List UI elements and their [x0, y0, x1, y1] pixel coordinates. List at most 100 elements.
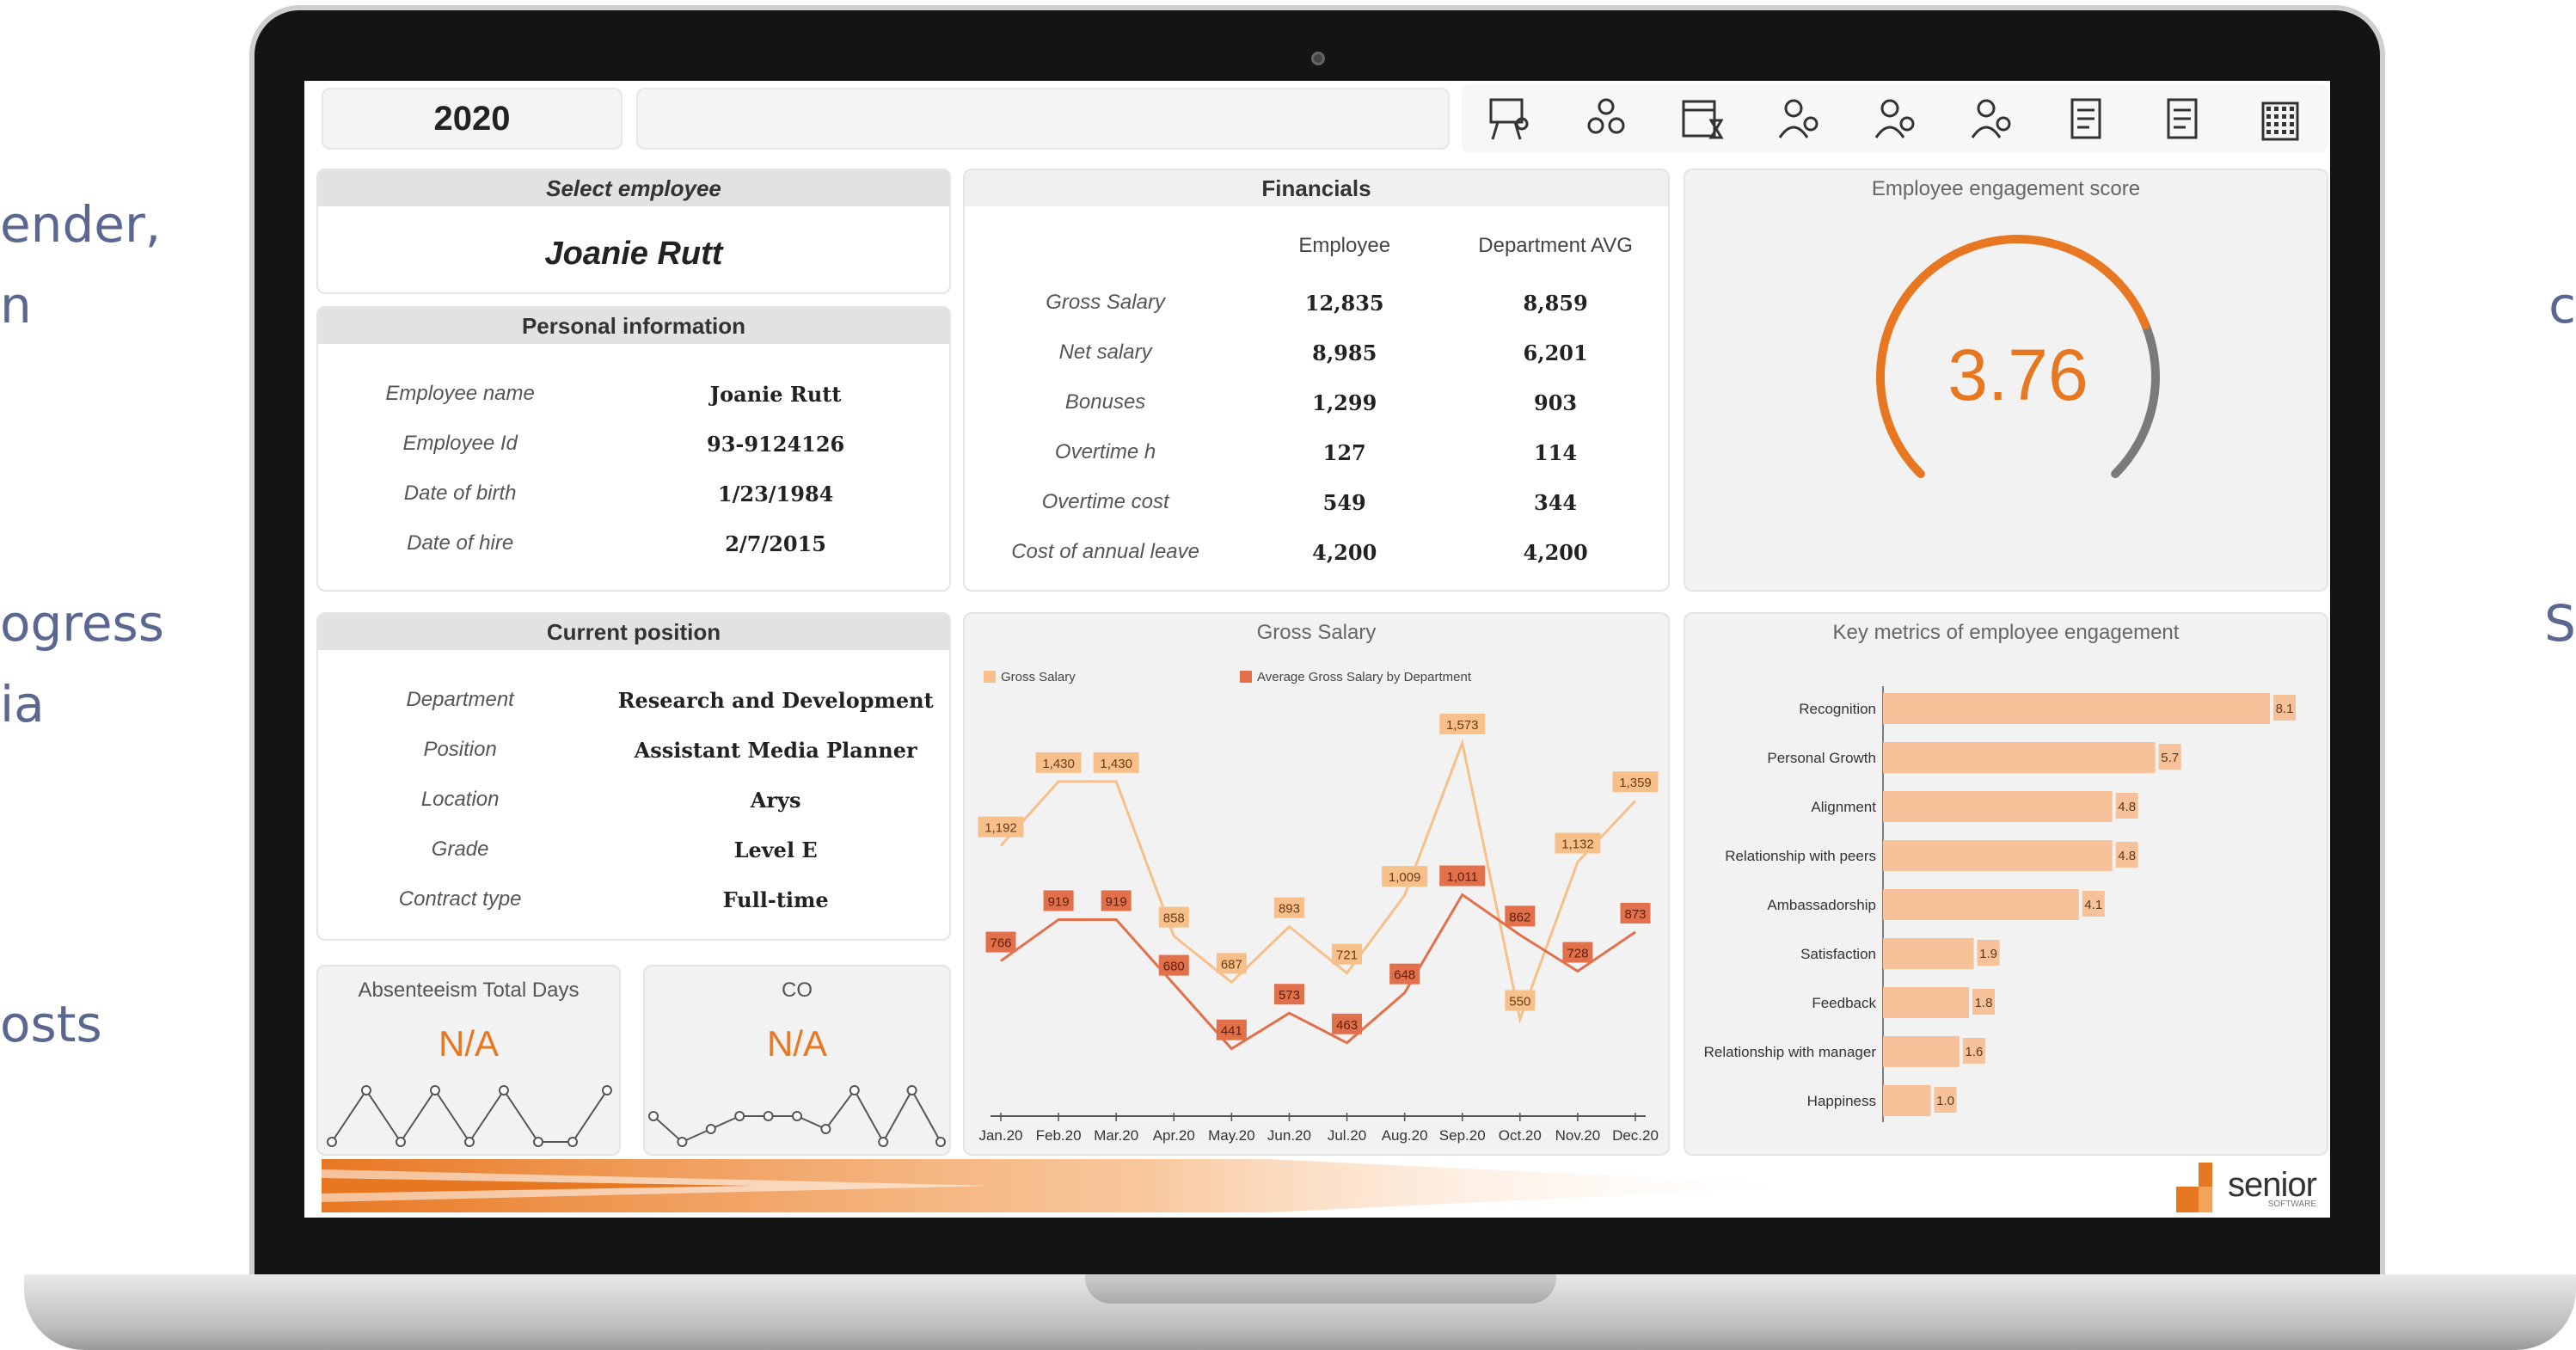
side-text-right-2: S [2544, 594, 2576, 653]
data-label: 1,192 [984, 821, 1017, 836]
sparkline-point [820, 1124, 831, 1134]
financials-employee: 549 [1322, 490, 1366, 515]
info-value: 1/23/1984 [717, 482, 834, 506]
absenteeism-sparkline [327, 1085, 612, 1147]
sparkline-point [792, 1111, 802, 1121]
engagement-metrics-bar-chart: Recognition 8.1 Personal Growth 5.7 Alignmen… [1704, 686, 2296, 1122]
financials-label: Bonuses [1064, 390, 1146, 414]
data-label: 1,430 [1042, 757, 1075, 771]
sparkline-point [906, 1085, 917, 1095]
x-tick-label: Mar.20 [1094, 1127, 1138, 1144]
bar [1883, 1036, 1960, 1067]
x-tick-label: Sep.20 [1439, 1127, 1486, 1144]
x-tick-label: May.20 [1208, 1127, 1255, 1144]
employee-rating-icon[interactable] [1771, 91, 1826, 146]
brand-tagline: SOFTWARE [2267, 1200, 2316, 1209]
personal-information-panel: Personal information Employee name Joanie… [316, 306, 951, 592]
data-label: 766 [990, 936, 1011, 951]
financial-document-icon[interactable] [2156, 91, 2211, 146]
data-label: 441 [1221, 1024, 1242, 1039]
x-tick-label: Jan.20 [978, 1127, 1022, 1144]
position-row: Department Research and Development [318, 688, 949, 713]
x-tick-label: Aug.20 [1382, 1127, 1428, 1144]
y-tick-label: Alignment [1811, 799, 1876, 815]
webcam-icon [1311, 52, 1325, 65]
report-document-icon[interactable] [2060, 91, 2115, 146]
sparkline-point [734, 1111, 745, 1121]
financials-row: Overtime h 127 114 [965, 440, 1668, 465]
sparkline-point [849, 1085, 860, 1095]
year-selector[interactable]: 2020 [322, 88, 623, 150]
position-label: Location [420, 788, 500, 811]
presentation-icon[interactable] [1482, 91, 1537, 146]
co-sparkline [648, 1085, 946, 1147]
position-value: Arys [750, 788, 801, 813]
financials-employee: 127 [1322, 440, 1366, 465]
building-icon[interactable] [2253, 91, 2308, 146]
side-text-left-5: osts [0, 995, 102, 1053]
data-label: 1.0 [1936, 1094, 1954, 1108]
financials-row: Overtime cost 549 344 [965, 490, 1668, 515]
side-text-left-4: ia [0, 675, 45, 733]
data-label: 8.1 [2276, 702, 2294, 716]
filter-bar[interactable] [636, 88, 1450, 150]
financials-department: 903 [1534, 390, 1578, 415]
position-row: Location Arys [318, 788, 949, 813]
sparkline-point [533, 1137, 543, 1147]
footer-decoration [322, 1159, 1826, 1212]
data-label: 858 [1163, 911, 1185, 926]
legend-swatch [984, 671, 996, 683]
bar [1883, 840, 2113, 871]
x-tick-label: Jun.20 [1267, 1127, 1311, 1144]
calendar-icon[interactable] [1675, 91, 1730, 146]
bar [1883, 742, 2156, 773]
financials-department: 8,859 [1523, 291, 1588, 316]
bar [1883, 791, 2113, 822]
engagement-gauge: 3.76 [1876, 235, 2160, 479]
side-text-right-1: c [2548, 276, 2576, 334]
y-tick-label: Feedback [1812, 995, 1876, 1011]
financials-department: 114 [1534, 440, 1578, 465]
y-tick-label: Happiness [1807, 1093, 1876, 1109]
position-label: Department [406, 688, 514, 711]
selected-employee[interactable]: Joanie Rutt [318, 236, 949, 273]
team-network-icon[interactable] [1579, 91, 1634, 146]
y-tick-label: Satisfaction [1800, 946, 1876, 962]
data-label: 1,011 [1447, 870, 1478, 885]
info-label: Date of hire [407, 531, 514, 555]
sparkline-point [677, 1137, 688, 1147]
y-tick-label: Recognition [1799, 701, 1876, 717]
col-department-avg: Department AVG [1478, 234, 1633, 257]
laptop-notch [1085, 1274, 1556, 1304]
engagement-score-title: Employee engagement score [1871, 177, 2141, 200]
sparkline-point [878, 1137, 889, 1147]
data-label: 1,430 [1100, 757, 1132, 771]
data-label: 573 [1279, 988, 1300, 1003]
absenteeism-value: N/A [438, 1023, 499, 1064]
position-label: Contract type [398, 887, 522, 911]
bar [1883, 1085, 1931, 1116]
current-position-title: Current position [318, 614, 949, 650]
co-title: CO [782, 979, 813, 1002]
page: ender, n ogress ia osts c S 2020 Select … [0, 0, 2576, 1350]
data-label: 1.9 [1979, 947, 1997, 961]
employee-settings-icon[interactable] [1868, 91, 1923, 146]
data-label: 721 [1336, 948, 1358, 963]
financials-row: Bonuses 1,299 903 [965, 390, 1668, 415]
data-label: 862 [1509, 910, 1530, 924]
co-value: N/A [766, 1023, 827, 1064]
data-label: 4.8 [2118, 800, 2136, 814]
data-label: 648 [1394, 968, 1415, 983]
select-employee-panel: Select employee Joanie Rutt [316, 169, 951, 294]
sparkline-point [361, 1085, 371, 1095]
x-tick-label: Dec.20 [1612, 1127, 1659, 1144]
info-row: Employee Id 93-9124126 [318, 432, 949, 457]
financials-employee: 1,299 [1312, 390, 1377, 415]
info-label: Employee name [385, 382, 535, 405]
employee-payment-icon[interactable] [1964, 91, 2019, 146]
absenteeism-title: Absenteeism Total Days [358, 979, 580, 1002]
position-row: Grade Level E [318, 838, 949, 862]
col-employee: Employee [1298, 234, 1391, 257]
legend-label: Gross Salary [1001, 670, 1076, 684]
data-label: 873 [1624, 907, 1646, 922]
